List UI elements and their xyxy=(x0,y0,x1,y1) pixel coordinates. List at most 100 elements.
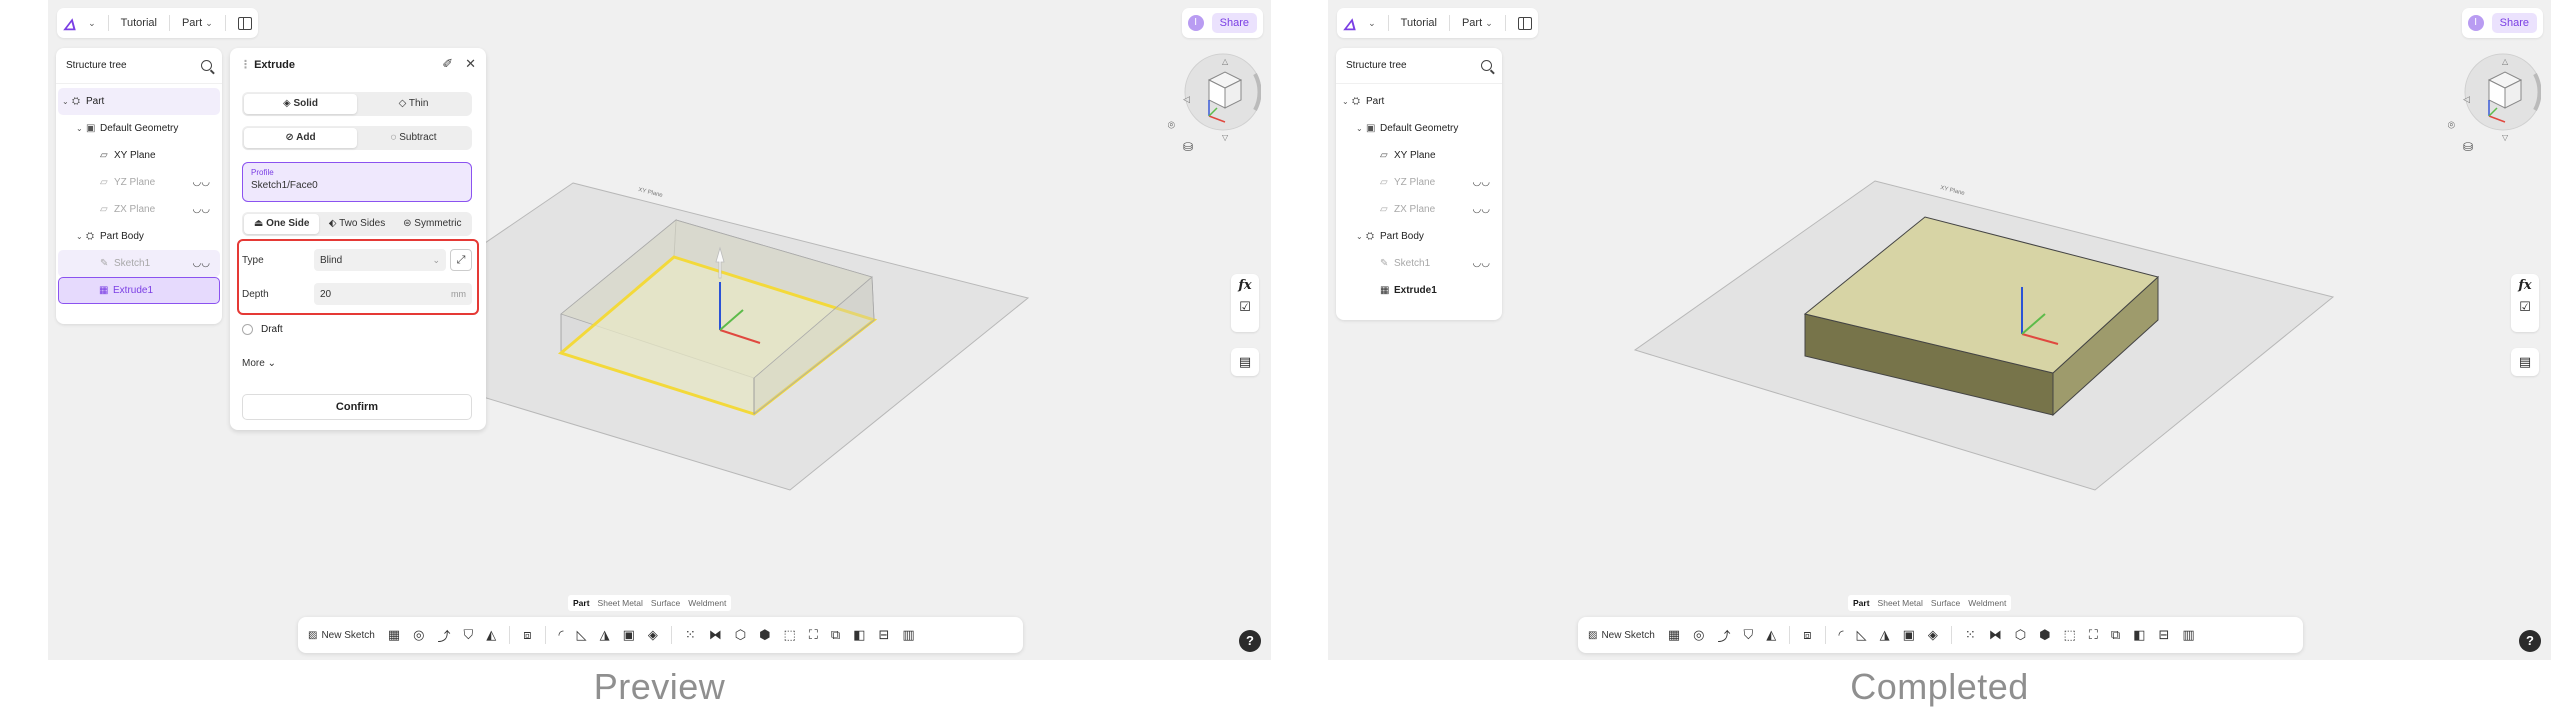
tab-sheet-metal[interactable]: Sheet Metal xyxy=(1878,598,1923,608)
fit-view-icon[interactable]: ⌾ xyxy=(2448,118,2455,133)
loft-icon[interactable]: ⛉ xyxy=(1743,627,1753,643)
tree-item-extrude1[interactable]: ▦ Extrude1 xyxy=(58,277,220,304)
panel-toggle-icon[interactable] xyxy=(237,16,252,30)
checklist-icon[interactable]: ☑ xyxy=(1231,299,1259,315)
tree-item-xy-plane[interactable]: ▱ XY Plane xyxy=(1338,142,1500,169)
tab-weldment[interactable]: Weldment xyxy=(688,598,726,608)
loft-icon[interactable]: ⛉ xyxy=(463,627,473,643)
share-button[interactable]: Share xyxy=(1211,13,1257,33)
chamfer-icon[interactable]: ◺ xyxy=(577,627,587,643)
confirm-button[interactable]: Confirm xyxy=(242,394,472,420)
subtract-option[interactable]: ◌ Subtract xyxy=(357,128,470,148)
move-body-icon[interactable]: ⛶ xyxy=(809,627,818,643)
view-mode-icon[interactable]: ⛁ xyxy=(2463,140,2473,154)
new-sketch-button[interactable]: ▨ New Sketch xyxy=(1588,630,1655,641)
chevron-down-icon[interactable]: ⌄ xyxy=(1356,232,1366,241)
tab-surface[interactable]: Surface xyxy=(651,598,680,608)
app-logo-icon[interactable]: 🜂 xyxy=(1343,8,1356,39)
revolve-icon[interactable]: ◎ xyxy=(413,627,424,643)
avatar[interactable]: I xyxy=(2467,15,2484,31)
checklist-icon[interactable]: ☑ xyxy=(2511,299,2539,315)
tree-item-default-geometry[interactable]: ⌄ ▣ Default Geometry xyxy=(1338,115,1500,142)
measure-icon[interactable]: ⊟ xyxy=(2158,627,2169,643)
project-name[interactable]: Tutorial xyxy=(1401,17,1437,29)
hidden-eye-icon[interactable]: ◡◡ xyxy=(193,177,210,188)
chevron-down-icon[interactable]: ⌄ xyxy=(88,18,96,29)
tree-item-sketch1[interactable]: ✎ Sketch1 ◡◡ xyxy=(1338,250,1500,277)
hole-icon[interactable]: ⧈ xyxy=(523,627,531,643)
cube-icon[interactable]: ⬚ xyxy=(783,627,795,643)
pattern-icon[interactable]: ⁙ xyxy=(1965,627,1976,643)
tab-surface[interactable]: Surface xyxy=(1931,598,1960,608)
table-icon[interactable]: ▤ xyxy=(1231,348,1259,376)
mode-dropdown[interactable]: Part ⌄ xyxy=(182,17,213,29)
help-button[interactable]: ? xyxy=(2519,630,2541,652)
tree-item-zx-plane[interactable]: ▱ ZX Plane ◡◡ xyxy=(1338,196,1500,223)
more-tools-icon[interactable]: ▥ xyxy=(2182,627,2194,643)
tree-item-sketch1[interactable]: ✎ Sketch1 ◡◡ xyxy=(58,250,220,277)
tree-item-extrude1[interactable]: ▦ Extrude1 xyxy=(1338,277,1500,304)
tree-item-yz-plane[interactable]: ▱ YZ Plane ◡◡ xyxy=(58,169,220,196)
depth-input[interactable]: 20 mm xyxy=(314,283,472,305)
hidden-eye-icon[interactable]: ◡◡ xyxy=(193,204,210,215)
tree-item-part[interactable]: ⌄ ⛭ Part xyxy=(1338,88,1500,115)
thicken-icon[interactable]: ◈ xyxy=(648,627,658,643)
hole-icon[interactable]: ⧈ xyxy=(1803,627,1811,643)
hidden-eye-icon[interactable]: ◡◡ xyxy=(1473,258,1490,269)
fit-view-icon[interactable]: ⌾ xyxy=(1168,118,1175,133)
draft-checkbox[interactable] xyxy=(242,324,253,335)
hidden-eye-icon[interactable]: ◡◡ xyxy=(193,258,210,269)
split-icon[interactable]: ⬡ xyxy=(2015,627,2026,643)
chevron-down-icon[interactable]: ⌄ xyxy=(62,97,72,106)
thicken-icon[interactable]: ◈ xyxy=(1928,627,1938,643)
pattern-icon[interactable]: ⁙ xyxy=(685,627,696,643)
more-tools-icon[interactable]: ▥ xyxy=(902,627,914,643)
one-side-option[interactable]: ⏏ One Side xyxy=(244,214,320,234)
type-select[interactable]: Blind ⌄ xyxy=(314,249,446,271)
fillet-icon[interactable]: ◜ xyxy=(1839,627,1844,643)
extrude-icon[interactable]: ▦ xyxy=(388,627,400,643)
tree-item-xy-plane[interactable]: ▱ XY Plane xyxy=(58,142,220,169)
search-icon[interactable] xyxy=(201,60,212,71)
section-icon[interactable]: ◧ xyxy=(2133,627,2145,643)
drag-handle-icon[interactable]: ⋮ xyxy=(240,59,254,71)
add-option[interactable]: ⊘ Add xyxy=(244,128,357,148)
table-icon[interactable]: ▤ xyxy=(2511,348,2539,376)
tree-item-part[interactable]: ⌄ ⛭ Part xyxy=(58,88,220,115)
navigation-cube[interactable]: ◁ △ ▽ xyxy=(1171,44,1261,144)
flip-direction-button[interactable]: ⤢ xyxy=(450,249,472,271)
shell-icon[interactable]: ▣ xyxy=(623,627,635,643)
project-name[interactable]: Tutorial xyxy=(121,17,157,29)
avatar[interactable]: I xyxy=(1187,15,1204,31)
more-toggle[interactable]: More ⌄ xyxy=(242,358,276,369)
tree-item-zx-plane[interactable]: ▱ ZX Plane ◡◡ xyxy=(58,196,220,223)
tab-part[interactable]: Part xyxy=(573,598,590,608)
symmetric-option[interactable]: ⊜ Symmetric xyxy=(395,214,470,234)
hidden-eye-icon[interactable]: ◡◡ xyxy=(1473,204,1490,215)
new-sketch-button[interactable]: ▨ New Sketch xyxy=(308,630,375,641)
rib-icon[interactable]: ◭ xyxy=(1766,627,1776,643)
tab-sheet-metal[interactable]: Sheet Metal xyxy=(598,598,643,608)
navigation-cube[interactable]: ◁ △ ▽ xyxy=(2451,44,2541,144)
thin-option[interactable]: ◇ Thin xyxy=(357,94,470,114)
two-sides-option[interactable]: ⬖ Two Sides xyxy=(319,214,394,234)
cube-icon[interactable]: ⬚ xyxy=(2063,627,2075,643)
tab-part[interactable]: Part xyxy=(1853,598,1870,608)
extrude-icon[interactable]: ▦ xyxy=(1668,627,1680,643)
boolean-icon[interactable]: ⬢ xyxy=(759,627,770,643)
draft-icon[interactable]: ◮ xyxy=(1880,627,1890,643)
view-mode-icon[interactable]: ⛁ xyxy=(1183,140,1193,154)
sweep-icon[interactable]: ⤴ xyxy=(1717,626,1730,645)
panel-toggle-icon[interactable] xyxy=(1517,16,1532,30)
formula-icon[interactable]: fx xyxy=(2511,278,2539,293)
move-body-icon[interactable]: ⛶ xyxy=(2089,627,2098,643)
revolve-icon[interactable]: ◎ xyxy=(1693,627,1704,643)
scale-icon[interactable]: ⧉ xyxy=(2111,627,2120,643)
chevron-down-icon[interactable]: ⌄ xyxy=(1368,18,1376,29)
mirror-icon[interactable]: ⧓ xyxy=(709,627,722,643)
split-icon[interactable]: ⬡ xyxy=(735,627,746,643)
fillet-icon[interactable]: ◜ xyxy=(559,627,564,643)
boolean-icon[interactable]: ⬢ xyxy=(2039,627,2050,643)
shell-icon[interactable]: ▣ xyxy=(1903,627,1915,643)
tree-item-part-body[interactable]: ⌄ ⛭ Part Body xyxy=(58,223,220,250)
